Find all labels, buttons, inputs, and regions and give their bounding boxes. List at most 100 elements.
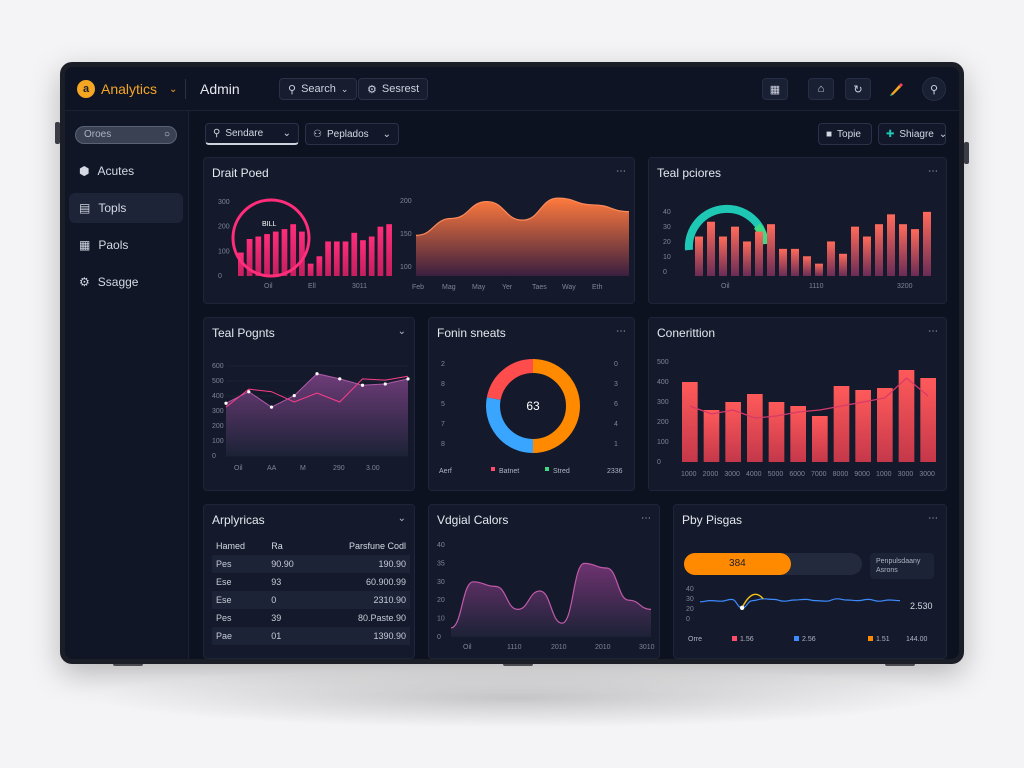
bar: [264, 234, 270, 276]
x-tick-label: 4000: [746, 471, 762, 478]
section-title: Admin: [200, 81, 240, 97]
bar: [833, 386, 850, 462]
sidebar-search-input[interactable]: Oroes ○: [75, 126, 177, 144]
card-pby-pisgas: Pby Pisgas ⋯ 384 Penpulsdaany Asrons 40 3…: [673, 504, 947, 659]
bag-icon[interactable]: ⌂: [808, 78, 834, 100]
x-tick-label: 290: [333, 465, 345, 472]
sidebar-search-text: Oroes: [84, 129, 112, 140]
bar: [360, 240, 366, 276]
bar: [351, 232, 358, 276]
y-tick-label: 300: [212, 408, 224, 415]
sidebar-item-label: Topls: [98, 201, 127, 215]
brand-menu[interactable]: a Analytics ⌄: [77, 80, 177, 98]
x-tick-label: Yer: [502, 284, 513, 291]
bar: [743, 241, 751, 276]
y-tick-label: 30: [437, 579, 445, 586]
chevron-down-icon[interactable]: ⌄: [398, 513, 406, 524]
sidebar-item-acutes[interactable]: ⬢ Acutes: [69, 156, 183, 186]
bar: [682, 382, 698, 462]
y-tick-label: 0: [218, 273, 222, 280]
x-tick-label: Oil: [463, 644, 472, 651]
axis-label: 1: [614, 441, 618, 448]
table-row[interactable]: Pes 39 80.Paste.90: [212, 609, 410, 627]
bar: [333, 241, 340, 276]
search-dropdown[interactable]: ⚲ Search ⌄: [279, 78, 358, 100]
filter-dropdown-peplados[interactable]: ⚇ Peplados ⌄: [305, 123, 399, 145]
table-cell: Pes: [216, 613, 232, 623]
sidebar-item-topls[interactable]: ▤ Topls: [69, 193, 183, 223]
side-button: [55, 122, 60, 144]
axis-label: 0: [614, 361, 618, 368]
y-tick-label: 0: [437, 634, 441, 641]
legend-label: 1.56: [740, 636, 754, 643]
y-tick-label: 100: [212, 438, 224, 445]
x-tick-label: 3011: [352, 283, 367, 290]
bar: [342, 241, 349, 276]
data-table: Hamed Ra Parsfune Codl Pes 90.90 190.90 Es…: [212, 537, 410, 645]
x-tick-label: 3200: [897, 283, 913, 290]
brand-name: Analytics: [101, 81, 158, 97]
annotation-label: BILL: [262, 221, 277, 228]
x-tick-label: 3000: [919, 471, 935, 478]
sidebar-item-label: Paols: [98, 238, 129, 252]
chevron-down-icon: ⌄: [282, 128, 291, 139]
y-tick-label: 100: [218, 248, 230, 255]
table-row[interactable]: Pes 90.90 190.90: [212, 555, 410, 573]
table-cell: 39: [271, 613, 282, 623]
x-tick-label: Ell: [308, 283, 316, 290]
y-tick-label: 0: [212, 453, 216, 460]
card-conerittion: Conerittion ⋯ 500 400 300 200 100 0 1000 2000 30…: [648, 317, 947, 491]
data-point: [383, 382, 387, 386]
card-teal-pciores: Teal pciores ⋯ 40 30 20 10 0 Oil 1110 3200: [648, 157, 947, 304]
top-bar: a Analytics ⌄ Admin ⚲ Search ⌄ ⚙ Sesrest…: [65, 67, 959, 111]
x-tick-label: 1000: [681, 471, 697, 478]
y-tick-label: 40: [437, 542, 445, 549]
search-icon[interactable]: ⚲: [922, 77, 946, 101]
gear-icon: ⚙: [79, 275, 90, 289]
topie-button[interactable]: ■ Topie: [818, 123, 872, 145]
bar: [386, 224, 392, 276]
pencil-icon[interactable]: [883, 78, 909, 100]
chevron-down-icon: ⌄: [938, 128, 948, 140]
data-point: [406, 377, 410, 381]
legend-swatch: [545, 467, 549, 471]
bar: [281, 229, 288, 276]
x-tick-label: AA: [267, 465, 277, 472]
sidebar: Oroes ○ ⬢ Acutes ▤ Topls ▦ Paols ⚙ Ssagg…: [65, 111, 189, 659]
table-cell: 190.90: [312, 555, 410, 573]
donut-slice: [486, 359, 534, 401]
bar: [779, 248, 787, 276]
gift-icon[interactable]: ▦: [762, 78, 788, 100]
bar: [887, 214, 895, 276]
filter-label: Sendare: [225, 128, 264, 139]
bar: [719, 236, 727, 276]
table-row[interactable]: Ese 0 2310.90: [212, 591, 410, 609]
sidebar-item-paols[interactable]: ▦ Paols: [69, 230, 183, 260]
y-tick-label: 10: [437, 616, 445, 623]
column-header[interactable]: Parsfune Codl: [313, 537, 410, 555]
bar: [911, 229, 919, 276]
table-row[interactable]: Pae 01 1390.90: [212, 627, 410, 645]
filter-dropdown-sendare[interactable]: ⚲ Sendare ⌄: [205, 123, 299, 145]
sidebar-item-label: Acutes: [97, 164, 135, 178]
folder-icon: ■: [826, 128, 833, 140]
y-tick-label: 200: [400, 198, 412, 205]
bar: [803, 256, 811, 276]
table-row[interactable]: Ese 93 60.900.99: [212, 573, 410, 591]
share-dropdown[interactable]: ✚ Shiagre ⌄: [878, 123, 948, 145]
secondary-search-button[interactable]: ⚙ Sesrest: [358, 78, 429, 100]
axis-label: 7: [441, 421, 445, 428]
topie-label: Topie: [837, 128, 861, 140]
column-header[interactable]: Hamed: [212, 537, 267, 555]
bar: [851, 226, 859, 276]
x-tick-label: 8000: [833, 471, 849, 478]
search-dropdown-label: Search: [301, 83, 336, 95]
sidebar-item-ssagge[interactable]: ⚙ Ssagge: [69, 267, 183, 297]
area-fill: [416, 198, 629, 276]
column-header[interactable]: Ra: [267, 537, 313, 555]
legend-swatch: [732, 636, 737, 641]
filter-label: Peplados: [326, 128, 369, 140]
chart-vdgial-calors: 40353020100Oil 1110 2010 2010 3010: [437, 542, 655, 651]
refresh-icon[interactable]: ↻: [845, 78, 871, 100]
highlight-ring: [231, 198, 311, 278]
